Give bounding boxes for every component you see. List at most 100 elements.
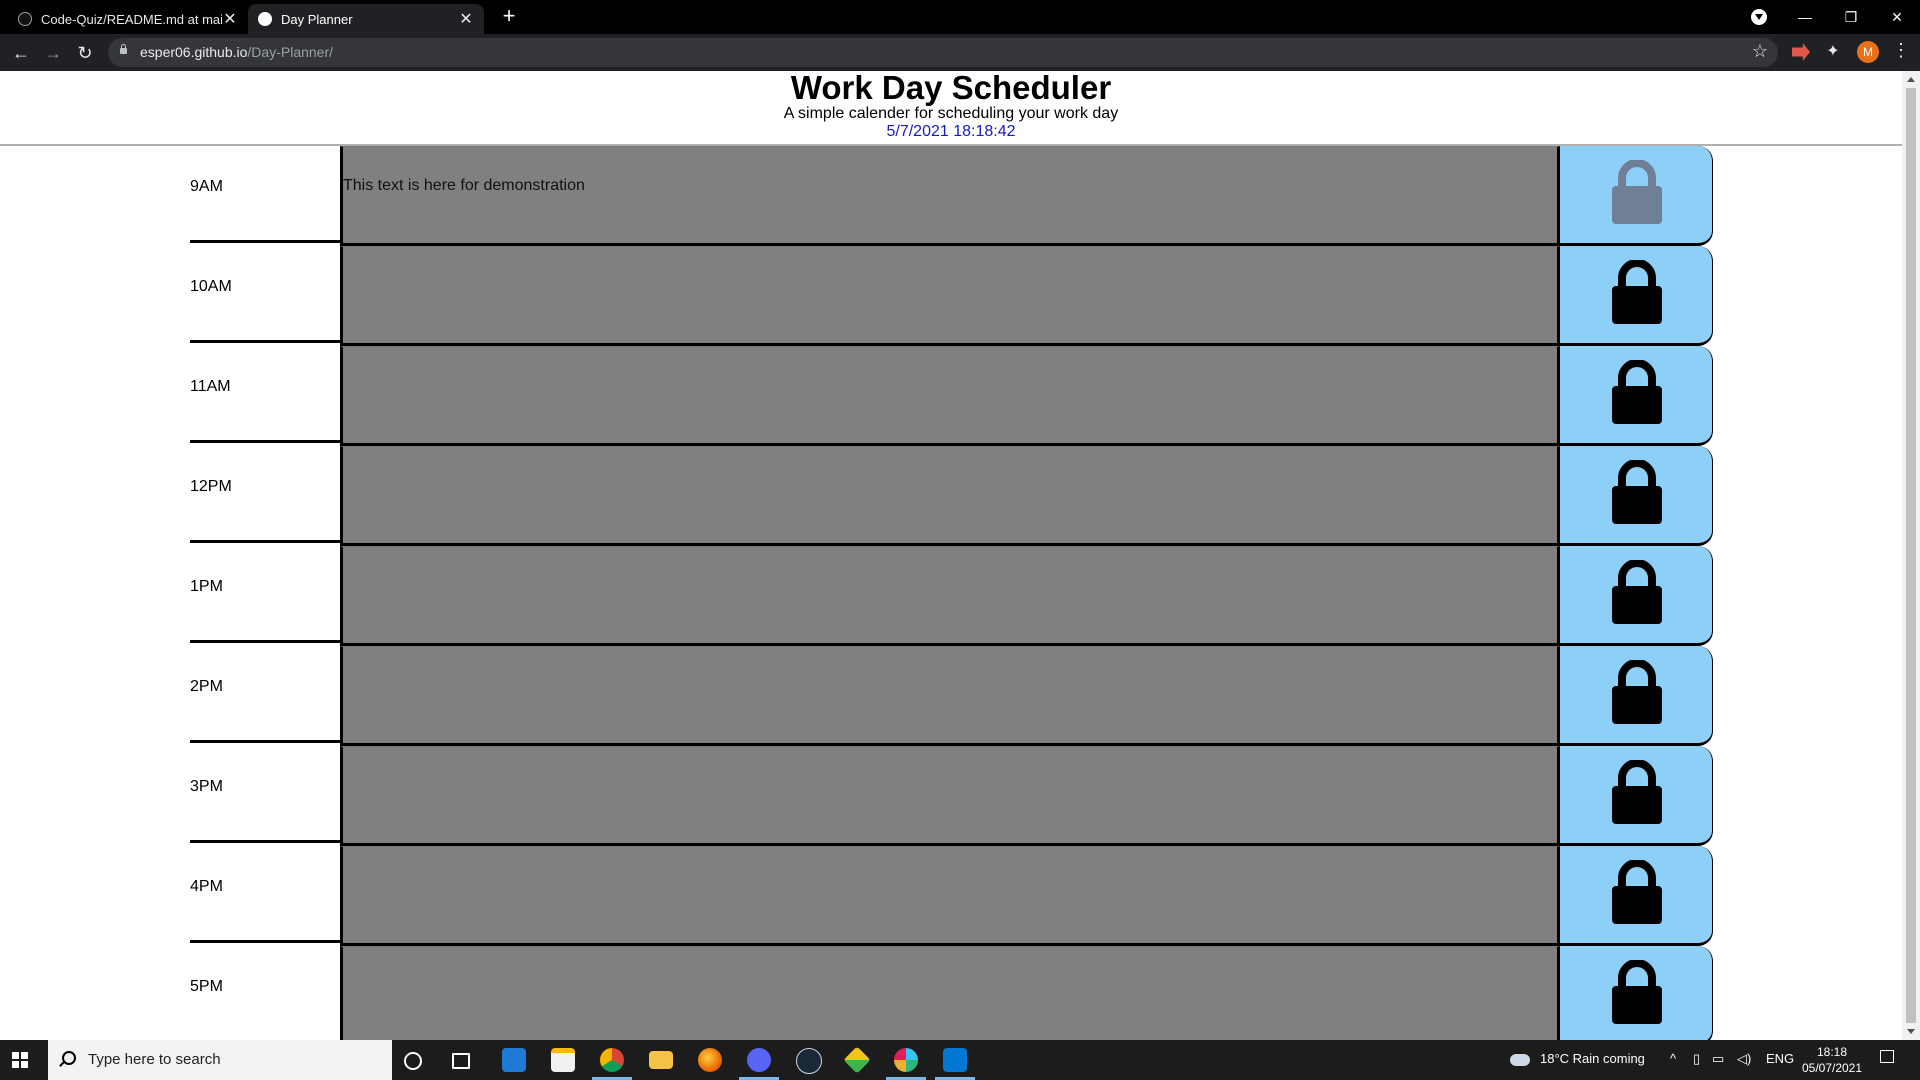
save-button[interactable]: [1560, 246, 1713, 346]
tab-title: Code-Quiz/README.md at main: [41, 11, 222, 27]
scroll-up-arrow-icon[interactable]: [1907, 77, 1915, 82]
download-icon[interactable]: [1751, 9, 1767, 25]
padlock-icon: [120, 44, 127, 54]
tab-day-planner[interactable]: Day Planner ✕: [248, 4, 484, 34]
taskbar-search[interactable]: Type here to search: [48, 1040, 392, 1080]
current-datetime: 5/7/2021 18:18:42: [886, 123, 1016, 140]
search-placeholder: Type here to search: [88, 1051, 221, 1068]
chrome-icon[interactable]: [600, 1048, 624, 1072]
hour-label: 2PM: [190, 646, 340, 743]
time-block-row: 1PM: [190, 546, 1713, 646]
restore-button[interactable]: ❐: [1828, 0, 1874, 34]
time-block-row: 5PM: [190, 946, 1713, 1040]
event-description-input[interactable]: [340, 746, 1560, 846]
bookmark-star-icon[interactable]: ☆: [1752, 41, 1768, 62]
page-scrollbar[interactable]: [1902, 71, 1920, 1040]
hour-label: 1PM: [190, 546, 340, 643]
search-icon: [62, 1051, 76, 1065]
scroll-down-arrow-icon[interactable]: [1907, 1029, 1915, 1034]
page-lead: A simple calender for scheduling your wo…: [783, 105, 1119, 122]
reload-icon[interactable]: ↻: [72, 40, 98, 66]
mail-icon[interactable]: [502, 1048, 526, 1072]
hour-label: 10AM: [190, 246, 340, 343]
lock-icon: [1612, 260, 1662, 324]
hour-label: 3PM: [190, 746, 340, 843]
event-description-input[interactable]: [340, 846, 1560, 946]
windows-taskbar: Type here to search 18°C Rain coming ^ ▯…: [0, 1040, 1920, 1080]
extension-arrow-icon[interactable]: [1792, 43, 1810, 61]
save-button[interactable]: [1560, 446, 1713, 546]
save-button[interactable]: [1560, 546, 1713, 646]
save-button[interactable]: [1560, 146, 1713, 246]
minimize-button[interactable]: —: [1782, 0, 1828, 34]
new-tab-button[interactable]: +: [498, 5, 520, 29]
battery-icon[interactable]: ▯: [1693, 1051, 1700, 1067]
event-description-input[interactable]: [340, 346, 1560, 446]
lock-icon: [1612, 660, 1662, 724]
close-icon[interactable]: ✕: [458, 9, 474, 29]
hour-label: 9AM: [190, 146, 340, 243]
weather-text[interactable]: 18°C Rain coming: [1540, 1051, 1645, 1066]
lock-icon: [1612, 460, 1662, 524]
time-block-row: 2PM: [190, 646, 1713, 746]
steam-icon[interactable]: [796, 1048, 822, 1074]
network-icon[interactable]: ▭: [1712, 1051, 1724, 1067]
time-block-row: 12PM: [190, 446, 1713, 546]
event-description-input[interactable]: [340, 546, 1560, 646]
page-viewport: Work Day Scheduler A simple calender for…: [0, 71, 1902, 1040]
windows-start-icon[interactable]: [12, 1052, 28, 1068]
event-description-input[interactable]: [340, 946, 1560, 1040]
task-view-icon[interactable]: [452, 1053, 470, 1069]
save-button[interactable]: [1560, 646, 1713, 746]
chevron-up-icon[interactable]: ^: [1670, 1051, 1676, 1066]
clock-date: 05/07/2021: [1801, 1061, 1863, 1075]
hour-label: 12PM: [190, 446, 340, 543]
extensions-puzzle-icon[interactable]: ✦: [1824, 43, 1842, 61]
lock-icon: [1612, 960, 1662, 1024]
event-description-input[interactable]: [340, 446, 1560, 546]
event-description-input[interactable]: [340, 646, 1560, 746]
hour-label: 5PM: [190, 946, 340, 1040]
hour-label: 4PM: [190, 846, 340, 943]
language-indicator[interactable]: ENG: [1766, 1051, 1794, 1066]
lock-icon: [1612, 760, 1662, 824]
profile-avatar[interactable]: M: [1857, 41, 1879, 63]
file-explorer-icon[interactable]: [649, 1051, 673, 1069]
hour-label: 11AM: [190, 346, 340, 443]
gitkraken-icon[interactable]: [843, 1046, 871, 1074]
notification-icon[interactable]: [1880, 1050, 1894, 1063]
clock-time: 18:18: [1816, 1045, 1848, 1059]
save-button[interactable]: [1560, 946, 1713, 1040]
lock-icon: [1612, 360, 1662, 424]
page-header: Work Day Scheduler A simple calender for…: [0, 71, 1902, 146]
browser-toolbar: ← → ↻ esper06.github.io/Day-Planner/ ☆ ✦…: [0, 34, 1920, 71]
slack-icon[interactable]: [894, 1048, 918, 1072]
close-icon[interactable]: ✕: [222, 9, 238, 29]
firefox-icon[interactable]: [698, 1048, 722, 1072]
close-window-button[interactable]: ✕: [1874, 0, 1920, 34]
taskbar-clock[interactable]: 18:18 05/07/2021: [1796, 1044, 1868, 1076]
menu-kebab-icon[interactable]: ⋮: [1892, 40, 1910, 61]
url-text: esper06.github.io/Day-Planner/: [140, 44, 333, 60]
save-button[interactable]: [1560, 746, 1713, 846]
event-description-input[interactable]: This text is here for demonstration: [340, 146, 1560, 246]
scroll-thumb[interactable]: [1906, 88, 1916, 1023]
time-block-row: 11AM: [190, 346, 1713, 446]
address-bar[interactable]: esper06.github.io/Day-Planner/ ☆: [108, 38, 1778, 67]
save-button[interactable]: [1560, 846, 1713, 946]
forward-arrow-icon[interactable]: →: [40, 40, 66, 66]
vscode-icon[interactable]: [943, 1048, 967, 1072]
store-icon[interactable]: [551, 1048, 575, 1072]
event-description-input[interactable]: [340, 246, 1560, 346]
time-block-row: 10AM: [190, 246, 1713, 346]
cloud-rain-icon[interactable]: [1510, 1054, 1530, 1066]
volume-icon[interactable]: ◁): [1737, 1051, 1751, 1067]
lock-icon: [1612, 160, 1662, 224]
cortana-icon[interactable]: [404, 1052, 422, 1070]
url-host: esper06.github.io: [140, 44, 248, 60]
tab-code-quiz[interactable]: Code-Quiz/README.md at main ✕: [8, 4, 248, 34]
discord-icon[interactable]: [747, 1048, 771, 1072]
back-arrow-icon[interactable]: ←: [8, 40, 34, 66]
save-button[interactable]: [1560, 346, 1713, 446]
lock-icon: [1612, 560, 1662, 624]
